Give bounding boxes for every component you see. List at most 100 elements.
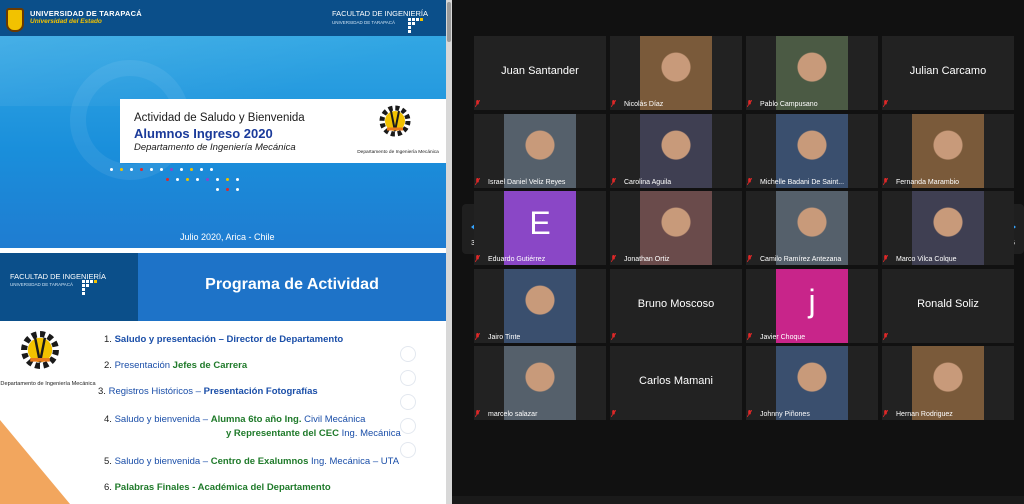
participant-name: Nicolás Díaz	[624, 101, 664, 108]
muted-mic-icon	[611, 100, 616, 107]
faculty-logo-icon	[82, 280, 100, 300]
program-item: y Representante del CEC Ing. Mecánica	[226, 428, 401, 439]
participant-tile[interactable]: Pablo Campusano	[746, 36, 878, 110]
muted-mic-icon	[611, 177, 616, 185]
decor-circle-icon	[400, 346, 416, 362]
muted-mic-icon	[883, 255, 888, 262]
side-icons	[398, 346, 420, 466]
video-gallery: 3/5 3/5 Juan SantanderNicolás DíazPablo …	[452, 0, 1024, 504]
participant-name: Carolina Aguila	[624, 178, 672, 186]
participant-video	[912, 191, 984, 265]
university-crest-icon	[6, 8, 24, 32]
program-item: 4. Saludo y bienvenida – Alumna 6to año …	[104, 414, 366, 425]
muted-mic-icon	[883, 332, 888, 340]
participant-video	[640, 113, 712, 188]
muted-mic-icon	[747, 332, 752, 340]
muted-mic-icon	[475, 100, 480, 107]
program-item: 6. Palabras Finales - Académica del Depa…	[104, 482, 331, 493]
participant-tile[interactable]: j Javier Choque	[746, 268, 878, 343]
participant-tile[interactable]: Fernanda Marambio	[882, 113, 1014, 188]
participant-video: j	[776, 268, 848, 343]
participant-name: Israel Daniel Veliz Reyes	[488, 178, 566, 186]
participant-name: marcelo salazar	[488, 411, 538, 418]
participant-name: Johnny Piñones	[760, 411, 810, 418]
participant-video	[912, 113, 984, 188]
logo-caption: Departamento de Ingeniería Mecánica	[0, 381, 96, 387]
muted-mic-icon	[475, 332, 480, 340]
participant-name: Ronald Soliz	[917, 297, 979, 310]
muted-mic-icon	[747, 100, 752, 107]
university-subtitle: Universidad del Estado	[30, 18, 102, 25]
participant-tile[interactable]: Jonathan Ortiz	[610, 191, 742, 265]
participant-video	[504, 113, 576, 188]
faculty-subtitle: UNIVERSIDAD DE TARAPACÁ	[10, 282, 74, 287]
participant-name: Carlos Mamani	[639, 375, 713, 387]
faculty-logo-icon	[408, 18, 424, 34]
scrollbar-thumb[interactable]	[447, 2, 451, 42]
participant-name: Marco Vilca Colque	[896, 256, 957, 263]
muted-mic-icon	[475, 255, 480, 262]
participant-tile[interactable]: Julian Carcamo	[882, 36, 1014, 110]
participant-tile[interactable]: Michelle Badani De Saint...	[746, 113, 878, 188]
slide-welcome: UNIVERSIDAD DE TARAPACÁ Universidad del …	[0, 0, 446, 248]
muted-mic-icon	[747, 177, 752, 185]
participant-name: Fernanda Marambio	[896, 178, 960, 186]
participant-tile[interactable]: Ronald Soliz	[882, 268, 1014, 343]
shared-screen: UNIVERSIDAD DE TARAPACÁ Universidad del …	[0, 0, 452, 504]
participant-video	[776, 113, 848, 188]
participant-name: Michelle Badani De Saint...	[760, 178, 845, 186]
dot-decoration	[110, 168, 310, 192]
participant-tile[interactable]: Nicolás Díaz	[610, 36, 742, 110]
participant-tile[interactable]: Hernan Rodriguez	[882, 346, 1014, 420]
participant-name: Jonathan Ortiz	[624, 256, 670, 263]
muted-mic-icon	[611, 332, 616, 340]
muted-mic-icon	[883, 410, 888, 417]
muted-mic-icon	[475, 410, 480, 417]
screen: UNIVERSIDAD DE TARAPACÁ Universidad del …	[0, 0, 1024, 504]
muted-mic-icon	[475, 177, 480, 185]
program-item: 2. Presentación Jefes de Carrera	[104, 360, 248, 371]
muted-mic-icon	[611, 255, 616, 262]
participant-video	[912, 346, 984, 420]
corner-decoration	[0, 420, 70, 504]
program-title: Programa de Actividad	[205, 276, 379, 293]
slide-title-line1: Actividad de Saludo y Bienvenida	[134, 112, 305, 124]
participant-video	[504, 346, 576, 420]
muted-mic-icon	[883, 177, 888, 185]
decor-circle-icon	[400, 442, 416, 458]
participant-tile[interactable]: Johnny Piñones	[746, 346, 878, 420]
participant-tile[interactable]: E Eduardo Gutiérrez	[474, 191, 606, 265]
decor-circle-icon	[400, 418, 416, 434]
participant-tile[interactable]: Israel Daniel Veliz Reyes	[474, 113, 606, 188]
participant-name: Bruno Moscoso	[637, 297, 715, 310]
muted-mic-icon	[883, 100, 888, 107]
participant-tile[interactable]: Juan Santander	[474, 36, 606, 110]
faculty-subtitle: UNIVERSIDAD DE TARAPACÁ	[332, 20, 396, 25]
participant-video	[776, 346, 848, 420]
mechanical-gear-logo-icon	[21, 331, 59, 369]
participant-video	[776, 36, 848, 110]
faculty-name: FACULTAD DE INGENIERÍA	[332, 9, 428, 18]
decor-circle-icon	[400, 370, 416, 386]
participant-tile[interactable]: Camilo Ramírez Antezana	[746, 191, 878, 265]
participant-tile[interactable]: Carolina Aguila	[610, 113, 742, 188]
muted-mic-icon	[747, 255, 752, 262]
participant-tile[interactable]: Bruno Moscoso	[610, 268, 742, 343]
participant-tile[interactable]: Carlos Mamani	[610, 346, 742, 420]
university-name: UNIVERSIDAD DE TARAPACÁ	[30, 9, 142, 18]
program-item: 3. Registros Históricos – Presentación F…	[98, 386, 318, 397]
participant-name: Juan Santander	[501, 65, 579, 77]
participant-video	[640, 36, 712, 110]
avatar-letter: j	[808, 282, 816, 319]
participant-tile[interactable]: marcelo salazar	[474, 346, 606, 420]
participant-tile[interactable]: Marco Vilca Colque	[882, 191, 1014, 265]
logo-caption: Departamento de Ingeniería Mecánica	[357, 150, 439, 155]
muted-mic-icon	[611, 410, 616, 417]
participant-video	[640, 191, 712, 265]
participant-name: Jairo Tinte	[488, 333, 521, 341]
participant-name: Julian Carcamo	[909, 65, 987, 77]
participant-video	[504, 268, 576, 343]
participant-tile[interactable]: Jairo Tinte	[474, 268, 606, 343]
slide-decoration	[0, 36, 446, 106]
participant-name: Eduardo Gutiérrez	[488, 256, 546, 263]
